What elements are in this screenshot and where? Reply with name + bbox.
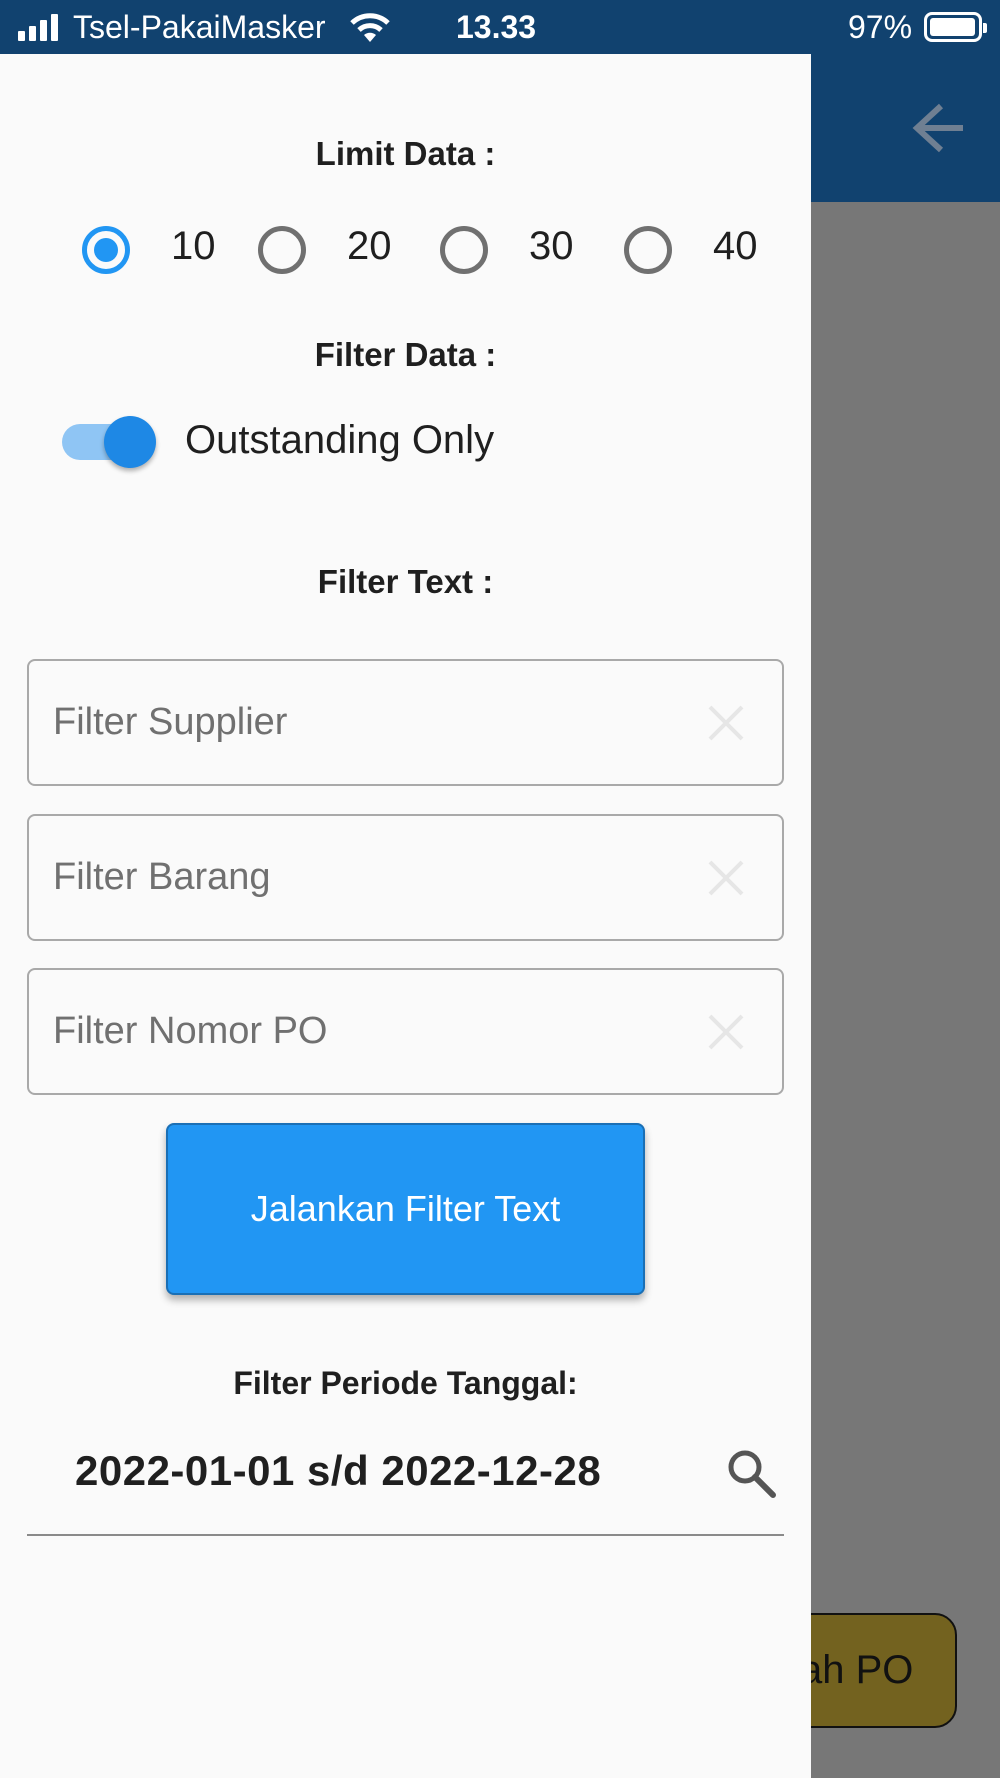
outstanding-switch-thumb[interactable]: [104, 416, 156, 468]
radio-limit-30[interactable]: [440, 226, 488, 274]
supplier-filter-input[interactable]: [53, 661, 673, 784]
filter-data-title: Filter Data :: [314, 336, 497, 373]
radio-limit-20[interactable]: [258, 226, 306, 274]
status-time: 13.33: [456, 9, 537, 45]
radio-label-20: 20: [347, 224, 392, 268]
arrow-left-icon[interactable]: [905, 100, 969, 156]
search-icon[interactable]: [724, 1446, 778, 1500]
run-filter-text-button[interactable]: Jalankan Filter Text: [166, 1123, 645, 1295]
period-range[interactable]: 2022-01-01 s/d 2022-12-28: [75, 1447, 601, 1495]
radio-limit-40[interactable]: [624, 226, 672, 274]
nomor-po-filter-input[interactable]: [53, 970, 673, 1093]
battery-percentage: 97%: [848, 9, 913, 45]
radio-label-30: 30: [529, 224, 574, 268]
wifi-icon: [350, 13, 390, 42]
battery-icon: [924, 12, 987, 42]
limit-radio-group: 10 20 30 40: [0, 216, 811, 282]
signal-icon: [18, 13, 58, 41]
status-bar: Tsel-PakaiMasker 13.33 97%: [0, 0, 1000, 54]
barang-filter-field[interactable]: [27, 814, 784, 941]
radio-label-40: 40: [713, 224, 758, 268]
radio-label-10: 10: [171, 224, 216, 268]
supplier-filter-field[interactable]: [27, 659, 784, 786]
period-title: Filter Periode Tanggal:: [233, 1365, 578, 1401]
filter-drawer: Limit Data : 10 20 30 40 Filter Data : O…: [0, 54, 811, 1778]
filter-text-title: Filter Text :: [317, 563, 494, 600]
period-underline: [27, 1534, 784, 1536]
close-icon[interactable]: [706, 1012, 746, 1052]
outstanding-label: Outstanding Only: [185, 418, 495, 462]
carrier-name: Tsel-PakaiMasker: [73, 9, 326, 45]
limit-data-title: Limit Data :: [315, 135, 496, 172]
add-po-label: ah PO: [800, 1648, 914, 1692]
barang-filter-input[interactable]: [53, 816, 673, 939]
close-icon[interactable]: [706, 703, 746, 743]
close-icon[interactable]: [706, 858, 746, 898]
radio-limit-10[interactable]: [82, 226, 130, 274]
nomor-po-filter-field[interactable]: [27, 968, 784, 1095]
